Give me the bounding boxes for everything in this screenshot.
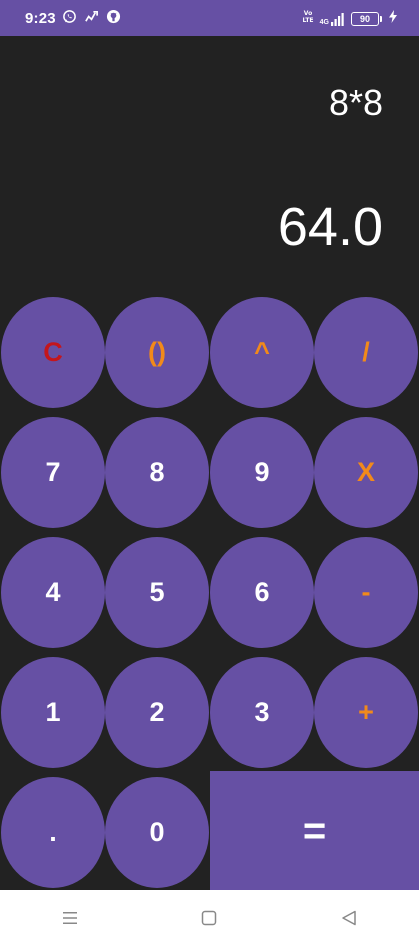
equals-button[interactable]: =: [210, 771, 419, 891]
home-icon[interactable]: [179, 898, 239, 938]
digit-4-button[interactable]: 4: [1, 537, 105, 648]
digit-1-button[interactable]: 1: [1, 657, 105, 768]
plus-button[interactable]: +: [314, 657, 418, 768]
parentheses-button[interactable]: (): [105, 297, 209, 408]
digit-7-button[interactable]: 7: [1, 417, 105, 528]
menu-icon[interactable]: [40, 898, 100, 938]
back-icon[interactable]: [319, 898, 379, 938]
power-button[interactable]: ^: [210, 297, 314, 408]
navigation-bar: [0, 890, 419, 946]
minus-button[interactable]: -: [314, 537, 418, 648]
keypad: C () ^ / 7 8 9 X 4 5 6 - 1 2 3 + . 0 =: [0, 0, 419, 946]
decimal-point-button[interactable]: .: [1, 777, 105, 888]
digit-6-button[interactable]: 6: [210, 537, 314, 648]
divide-button[interactable]: /: [314, 297, 418, 408]
digit-2-button[interactable]: 2: [105, 657, 209, 768]
multiply-button[interactable]: X: [314, 417, 418, 528]
digit-5-button[interactable]: 5: [105, 537, 209, 648]
digit-0-button[interactable]: 0: [105, 777, 209, 888]
digit-3-button[interactable]: 3: [210, 657, 314, 768]
digit-9-button[interactable]: 9: [210, 417, 314, 528]
digit-8-button[interactable]: 8: [105, 417, 209, 528]
clear-button[interactable]: C: [1, 297, 105, 408]
